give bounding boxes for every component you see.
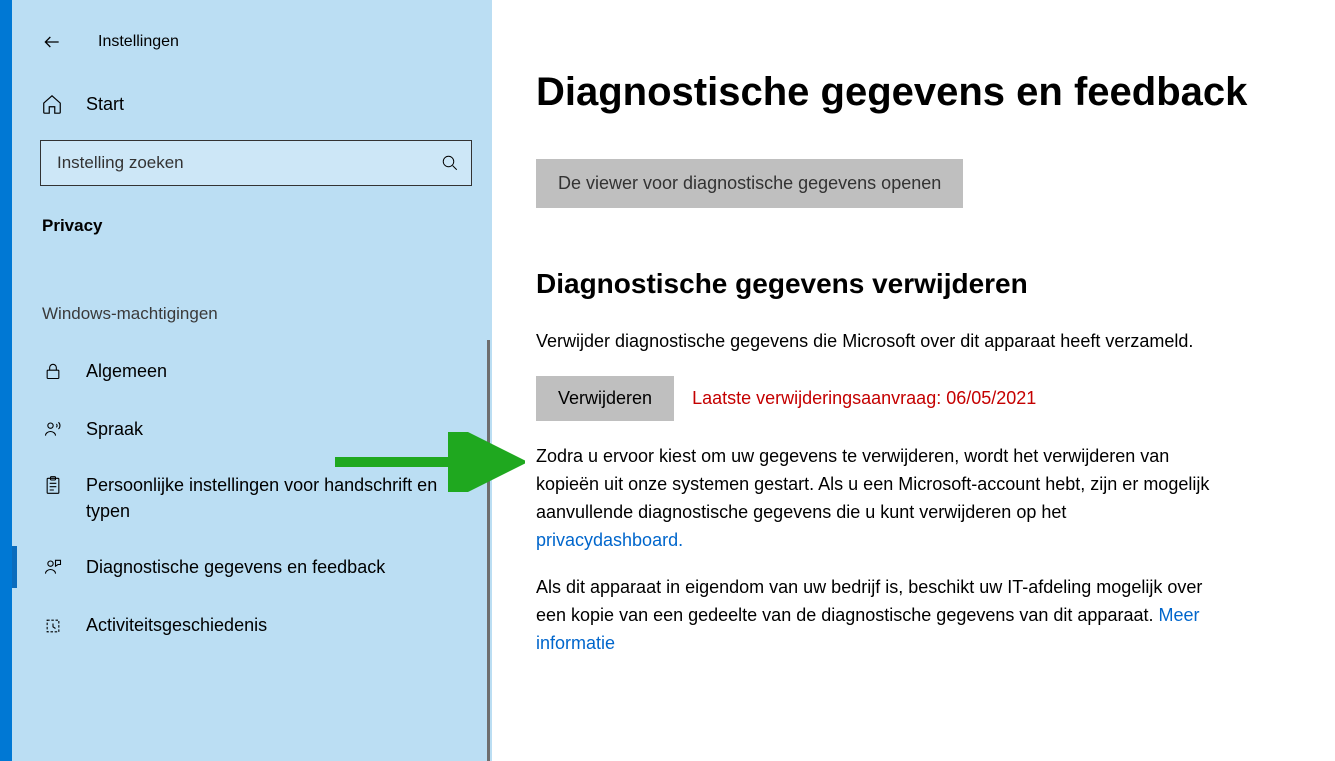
nav-item-label: Diagnostische gegevens en feedback	[86, 554, 385, 580]
paragraph-2: Als dit apparaat in eigendom van uw bedr…	[536, 574, 1216, 658]
paragraph-1-text: Zodra u ervoor kiest om uw gegevens te v…	[536, 446, 1209, 522]
search-input[interactable]	[57, 153, 441, 173]
nav-item-handschrift[interactable]: Persoonlijke instellingen voor handschri…	[12, 458, 492, 538]
header-row: Instellingen	[12, 20, 492, 78]
delete-button[interactable]: Verwijderen	[536, 376, 674, 421]
history-icon	[42, 615, 64, 637]
delete-status-text: Laatste verwijderingsaanvraag: 06/05/202…	[692, 388, 1036, 409]
search-icon	[441, 154, 459, 172]
delete-row: Verwijderen Laatste verwijderingsaanvraa…	[536, 376, 1275, 421]
nav-item-label: Algemeen	[86, 358, 167, 384]
paragraph-1: Zodra u ervoor kiest om uw gegevens te v…	[536, 443, 1216, 555]
home-icon	[40, 92, 64, 116]
nav-item-label: Spraak	[86, 416, 143, 442]
open-viewer-button[interactable]: De viewer voor diagnostische gegevens op…	[536, 159, 963, 208]
nav-item-activiteit[interactable]: Activiteitsgeschiedenis	[12, 596, 492, 654]
main-content: Diagnostische gegevens en feedback De vi…	[492, 0, 1335, 761]
nav-item-label: Activiteitsgeschiedenis	[86, 612, 267, 638]
nav-item-diagnostiek[interactable]: Diagnostische gegevens en feedback	[12, 538, 492, 596]
category-title: Privacy	[12, 204, 492, 244]
delete-section-title: Diagnostische gegevens verwijderen	[536, 268, 1275, 300]
search-box[interactable]	[40, 140, 472, 186]
delete-intro-text: Verwijder diagnostische gegevens die Mic…	[536, 328, 1216, 356]
window-left-edge	[0, 0, 12, 761]
clipboard-icon	[42, 474, 64, 496]
speech-icon	[42, 418, 64, 440]
home-nav[interactable]: Start	[12, 78, 492, 130]
back-button[interactable]	[40, 30, 64, 54]
sidebar: Instellingen Start Privacy Windows-macht…	[12, 0, 492, 761]
nav-item-label: Persoonlijke instellingen voor handschri…	[86, 472, 472, 524]
app-title: Instellingen	[98, 33, 179, 51]
feedback-icon	[42, 556, 64, 578]
nav-item-spraak[interactable]: Spraak	[12, 400, 492, 458]
privacy-dashboard-link[interactable]: privacydashboard.	[536, 530, 683, 550]
sidebar-scrollbar[interactable]	[487, 340, 490, 761]
search-container	[12, 130, 492, 204]
nav-group-title: Windows-machtigingen	[12, 244, 492, 342]
paragraph-2-text: Als dit apparaat in eigendom van uw bedr…	[536, 577, 1202, 625]
page-title: Diagnostische gegevens en feedback	[536, 70, 1275, 115]
lock-icon	[42, 360, 64, 382]
nav-item-algemeen[interactable]: Algemeen	[12, 342, 492, 400]
home-label: Start	[86, 94, 124, 115]
arrow-left-icon	[42, 32, 62, 52]
